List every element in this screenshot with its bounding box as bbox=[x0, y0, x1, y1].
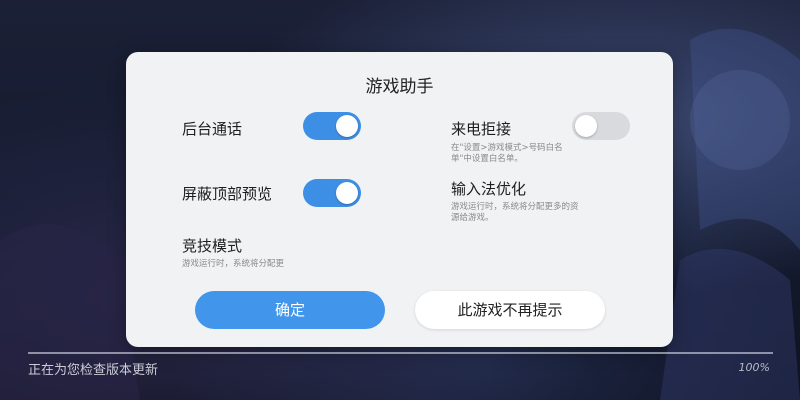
option-ime-optimization-description: 游戏运行时，系统将分配更多的资源给游戏。 bbox=[451, 202, 579, 223]
confirm-button[interactable]: 确定 bbox=[195, 291, 385, 329]
background-call-toggle[interactable] bbox=[303, 112, 361, 140]
update-progress-bar bbox=[28, 352, 773, 354]
dialog-title: 游戏助手 bbox=[365, 77, 434, 97]
option-background-call-label: 后台通话 bbox=[182, 120, 243, 138]
toggle-knob bbox=[336, 115, 358, 137]
update-progress-fill bbox=[28, 352, 773, 354]
option-block-top-preview-label: 屏蔽顶部预览 bbox=[182, 185, 273, 203]
reject-calls-toggle[interactable] bbox=[572, 112, 630, 140]
option-competitive-mode-description: 游戏运行时，系统将分配更 bbox=[182, 259, 285, 269]
update-status-text: 正在为您检查版本更新 bbox=[28, 363, 159, 378]
option-ime-optimization-label[interactable]: 输入法优化 bbox=[451, 178, 526, 199]
option-reject-calls-description: 在"设置>游戏模式>号码白名单"中设置白名单。 bbox=[451, 143, 563, 164]
option-reject-calls-label: 来电拒接 bbox=[451, 120, 512, 138]
dont-remind-button[interactable]: 此游戏不再提示 bbox=[415, 291, 605, 329]
option-competitive-mode-label[interactable]: 竞技模式 bbox=[182, 235, 242, 256]
game-loading-screen: 游戏助手 后台通话 来电拒接 在"设置>游戏模式>号码白名单"中设置白名单。 屏… bbox=[0, 0, 800, 400]
game-assistant-dialog: 游戏助手 后台通话 来电拒接 在"设置>游戏模式>号码白名单"中设置白名单。 屏… bbox=[126, 52, 673, 347]
update-percent: 100% bbox=[738, 361, 770, 374]
toggle-knob bbox=[575, 115, 597, 137]
toggle-knob bbox=[336, 182, 358, 204]
block-top-preview-toggle[interactable] bbox=[303, 179, 361, 207]
